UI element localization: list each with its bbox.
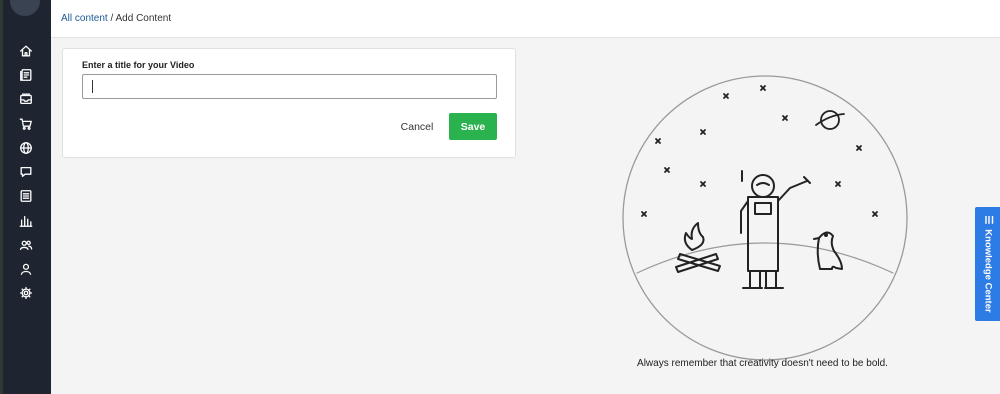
breadcrumb-all-content-link[interactable]: All content (61, 13, 108, 24)
top-bar: All content / Add Content (51, 0, 1000, 38)
sidebar-item-home[interactable] (15, 41, 37, 61)
text-caret (92, 80, 93, 93)
knowledge-center-tab[interactable]: ☰ Knowledge Center (975, 207, 1000, 321)
sidebar-edge (0, 0, 3, 394)
sidebar (0, 0, 51, 394)
ground-line (636, 242, 894, 274)
knowledge-center-content: ☰ Knowledge Center (982, 215, 993, 312)
chat-icon (20, 166, 32, 178)
video-title-label: Enter a title for your Video (82, 60, 195, 70)
sidebar-item-web[interactable] (15, 138, 37, 158)
home-icon (20, 45, 32, 57)
users-icon (19, 240, 33, 251)
planet (815, 110, 845, 130)
astronaut-illustration (622, 75, 908, 361)
sidebar-item-users[interactable] (15, 235, 37, 255)
cancel-button[interactable]: Cancel (393, 115, 441, 139)
sidebar-item-lists[interactable] (15, 186, 37, 206)
user-icon (20, 263, 32, 275)
globe-icon (20, 142, 32, 154)
sidebar-item-inbox[interactable] (15, 89, 37, 109)
inbox-icon (20, 93, 32, 105)
knowledge-center-label: Knowledge Center (982, 229, 993, 313)
cart-icon (19, 118, 32, 130)
astronaut (740, 170, 811, 289)
sidebar-item-account[interactable] (15, 259, 37, 279)
list-icon (20, 190, 32, 202)
illustration-caption: Always remember that creativity doesn't … (637, 358, 888, 369)
gear-icon (19, 286, 33, 300)
menu-icon: ☰ (982, 215, 993, 225)
sidebar-item-analytics[interactable] (15, 211, 37, 231)
sidebar-item-content[interactable] (15, 65, 37, 85)
app-logo[interactable] (10, 0, 40, 16)
document-icon (20, 69, 32, 81)
sidebar-item-messages[interactable] (15, 162, 37, 182)
add-content-card: Enter a title for your Video Cancel Save (62, 48, 516, 158)
save-button[interactable]: Save (449, 113, 497, 140)
sidebar-item-settings[interactable] (15, 283, 37, 303)
video-title-input[interactable] (82, 74, 497, 99)
breadcrumb: All content / Add Content (61, 13, 171, 24)
illustration-circle (622, 75, 908, 361)
breadcrumb-current: Add Content (115, 13, 172, 24)
sidebar-item-store[interactable] (15, 114, 37, 134)
bar-chart-icon (19, 215, 33, 227)
breadcrumb-separator: / (107, 13, 116, 24)
